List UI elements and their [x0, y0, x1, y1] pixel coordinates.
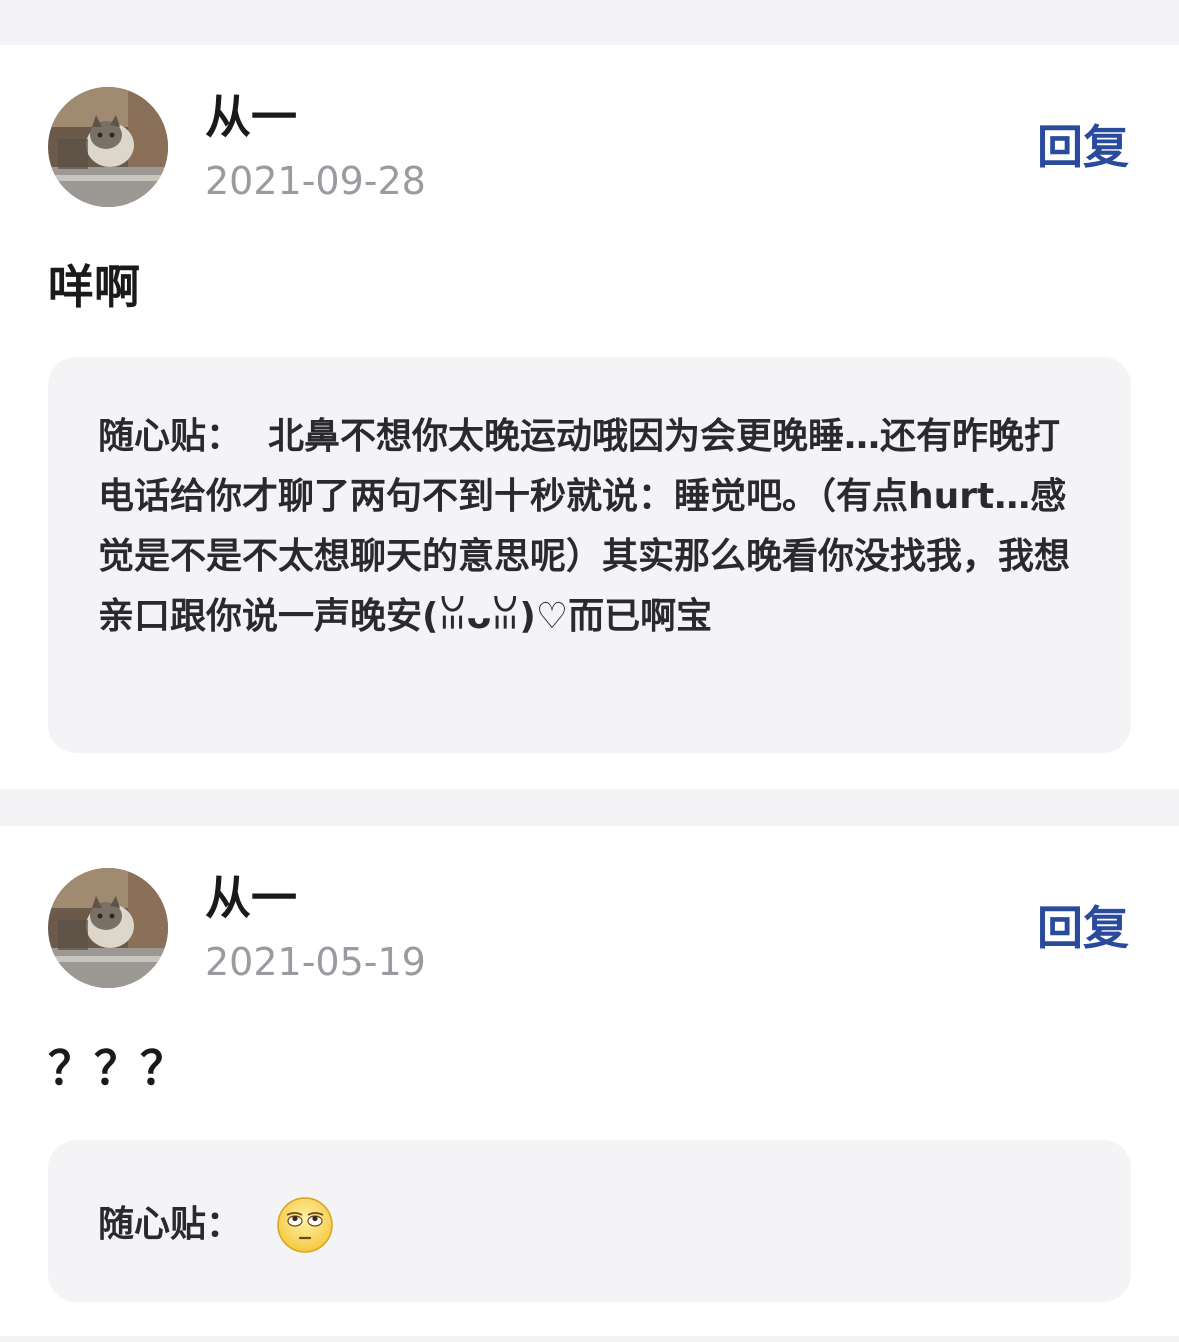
note-text: 北鼻不想你太晚运动哦因为会更晚睡…还有昨晚打电话给你才聊了两句不到十秒就说：睡觉… [98, 416, 1071, 637]
note-label: 随心贴： [98, 1204, 243, 1245]
avatar[interactable] [48, 868, 168, 988]
comment-text: ？？？ [48, 1041, 186, 1095]
note-label: 随心贴： [98, 416, 243, 457]
comment-date: 2021-05-19 [205, 940, 426, 984]
note-box: 随心贴： 北鼻不想你太晚运动哦因为会更晚睡…还有昨晚打电话给你才聊了两句不到十秒就… [48, 357, 1131, 753]
note-content: 随心贴： 北鼻不想你太晚运动哦因为会更晚睡…还有昨晚打电话给你才聊了两句不到十秒就… [98, 407, 1083, 647]
comment-date: 2021-09-28 [205, 159, 426, 203]
username[interactable]: 从一 [205, 868, 297, 928]
reply-button[interactable]: 回复 [1037, 898, 1129, 958]
note-content: 随心贴： [98, 1195, 1083, 1255]
avatar[interactable] [48, 87, 168, 207]
username[interactable]: 从一 [205, 87, 297, 147]
note-box: 随心贴： [48, 1140, 1131, 1302]
comment-text: 咩啊 [48, 260, 140, 314]
comment-card: 从一 2021-05-19 回复 ？？？ 随心贴： [0, 826, 1179, 1336]
eye-roll-emoji-icon [276, 1196, 334, 1254]
reply-button[interactable]: 回复 [1037, 117, 1129, 177]
comment-card: 从一 2021-09-28 回复 咩啊 随心贴： 北鼻不想你太晚运动哦因为会更晚睡… [0, 45, 1179, 789]
